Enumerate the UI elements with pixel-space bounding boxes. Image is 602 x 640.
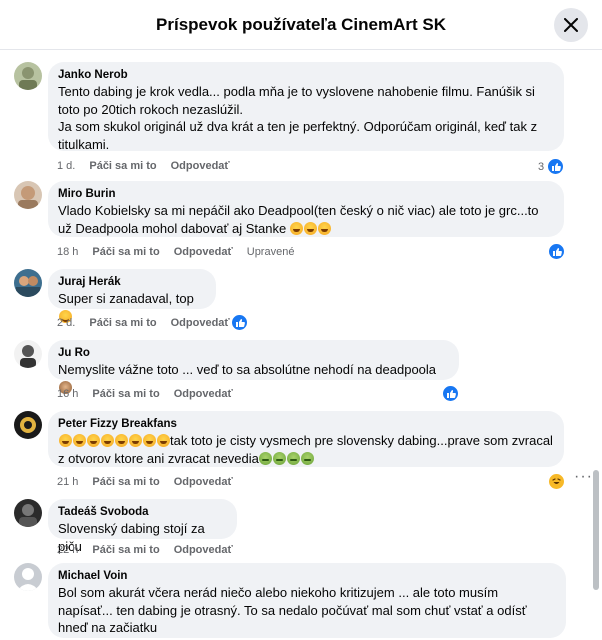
avatar[interactable]	[14, 62, 42, 90]
avatar[interactable]	[14, 411, 42, 439]
haha-reaction-icon	[552, 478, 561, 484]
comment-bubble: Tadeáš Svoboda Slovenský dabing stojí za…	[48, 499, 237, 554]
close-button[interactable]	[554, 8, 588, 42]
scrollbar-thumb[interactable]	[593, 470, 599, 590]
laughing-emoji-icon	[128, 434, 142, 447]
comment-author[interactable]: Juraj Herák	[58, 275, 206, 290]
comment-actions: 22 h Páči sa mi to Odpovedať	[57, 542, 247, 558]
comment-bubble: Michael Voin Bol som akurát včera nerád …	[48, 563, 566, 638]
laughing-emoji-icon	[58, 434, 72, 447]
avatar[interactable]	[14, 181, 42, 209]
reaction-summary[interactable]	[231, 314, 248, 331]
like-action[interactable]: Páči sa mi to	[92, 246, 159, 258]
comment-time[interactable]: 2 d.	[57, 317, 75, 329]
comment-time[interactable]: 21 h	[57, 476, 78, 488]
comment-actions: 16 h Páči sa mi to Odpovedať	[57, 386, 247, 402]
comment-actions: 1 d. Páči sa mi to Odpovedať	[57, 158, 244, 174]
like-action[interactable]: Páči sa mi to	[89, 160, 156, 172]
comment-author[interactable]: Tadeáš Svoboda	[58, 505, 227, 520]
comment-actions: 21 h Páči sa mi to Odpovedať	[57, 474, 247, 490]
comment-author[interactable]: Miro Burin	[58, 187, 554, 202]
reply-action[interactable]: Odpovedať	[174, 544, 233, 556]
nauseated-emoji-icon	[273, 451, 287, 465]
comment-author[interactable]: Peter Fizzy Breakfans	[58, 417, 554, 432]
thumbs-up-icon	[446, 389, 456, 398]
laughing-emoji-icon	[156, 434, 170, 447]
like-action[interactable]: Páči sa mi to	[92, 388, 159, 400]
thumbs-up-icon	[235, 318, 245, 327]
nauseated-emoji-icon	[287, 451, 301, 465]
comment-text: Bol som akurát včera nerád niečo alebo n…	[58, 585, 527, 635]
comment-actions: 2 d. Páči sa mi to Odpovedať	[57, 315, 244, 331]
laughing-emoji-icon	[100, 434, 114, 447]
comment-time[interactable]: 1 d.	[57, 160, 75, 172]
like-action[interactable]: Páči sa mi to	[92, 544, 159, 556]
reply-action[interactable]: Odpovedať	[174, 388, 233, 400]
reply-action[interactable]: Odpovedať	[171, 160, 230, 172]
laughing-emoji-icon	[72, 434, 86, 447]
comment-bubble: Juraj Herák Super si zanadaval, top	[48, 269, 216, 323]
comment-time[interactable]: 16 h	[57, 388, 78, 400]
comment-text: tak toto je cisty vysmech pre slovensky …	[58, 432, 554, 467]
avatar[interactable]	[14, 340, 42, 368]
laughing-emoji-icon	[86, 434, 100, 447]
comment-text: Tento dabing je krok vedla... podla mňa …	[58, 84, 538, 152]
laughing-emoji-icon	[142, 434, 156, 447]
comment-text-body: Nemyslite vážne toto ... veď to sa absol…	[58, 362, 437, 377]
comment-text: Vlado Kobielsky sa mi nepáčil ako Deadpo…	[58, 202, 554, 237]
laughing-emoji-icon	[318, 221, 332, 235]
comments-list[interactable]: Janko Nerob Tento dabing je krok vedla..…	[0, 50, 602, 640]
comment-author[interactable]: Ju Ro	[58, 346, 449, 361]
comment-time[interactable]: 18 h	[57, 246, 78, 258]
comment-bubble: Miro Burin Vlado Kobielsky sa mi nepáčil…	[48, 181, 564, 237]
reply-action[interactable]: Odpovedať	[171, 317, 230, 329]
reaction-summary[interactable]	[442, 385, 459, 402]
avatar[interactable]	[14, 269, 42, 297]
reaction-count: 3	[538, 160, 545, 173]
reply-action[interactable]: Odpovedať	[174, 476, 233, 488]
reaction-summary[interactable]	[548, 473, 565, 490]
comment-author[interactable]: Janko Nerob	[58, 68, 554, 83]
laughing-emoji-icon	[114, 434, 128, 447]
comment-bubble: Janko Nerob Tento dabing je krok vedla..…	[48, 62, 564, 152]
comment-text-body: Super si zanadaval, top	[58, 291, 194, 306]
laughing-emoji-icon	[304, 221, 318, 235]
comment-author[interactable]: Michael Voin	[58, 569, 556, 584]
comment-time[interactable]: 22 h	[57, 544, 78, 556]
more-options-icon[interactable]: ···	[574, 468, 593, 486]
dialog-header: Príspevok používateľa CinemArt SK	[0, 0, 602, 50]
avatar[interactable]	[14, 563, 42, 591]
comment-bubble: Peter Fizzy Breakfans tak toto je cisty …	[48, 411, 564, 467]
reply-action[interactable]: Odpovedať	[174, 246, 233, 258]
avatar[interactable]	[14, 499, 42, 527]
nauseated-emoji-icon	[259, 451, 273, 465]
like-action[interactable]: Páči sa mi to	[89, 317, 156, 329]
laughing-emoji-icon	[290, 221, 304, 235]
edited-label: Upravené	[246, 246, 295, 258]
comment-actions: 18 h Páči sa mi to Odpovedať Upravené	[57, 244, 294, 260]
reaction-summary[interactable]	[548, 243, 565, 260]
thumbs-up-icon	[552, 247, 562, 256]
nauseated-emoji-icon	[301, 451, 315, 465]
reaction-summary[interactable]: 3	[538, 158, 565, 175]
like-action[interactable]: Páči sa mi to	[92, 476, 159, 488]
thumbs-up-icon	[551, 162, 561, 171]
close-icon	[564, 18, 578, 32]
dialog-title: Príspevok používateľa CinemArt SK	[156, 14, 446, 34]
comment-bubble: Ju Ro Nemyslite vážne toto ... veď to sa…	[48, 340, 459, 394]
